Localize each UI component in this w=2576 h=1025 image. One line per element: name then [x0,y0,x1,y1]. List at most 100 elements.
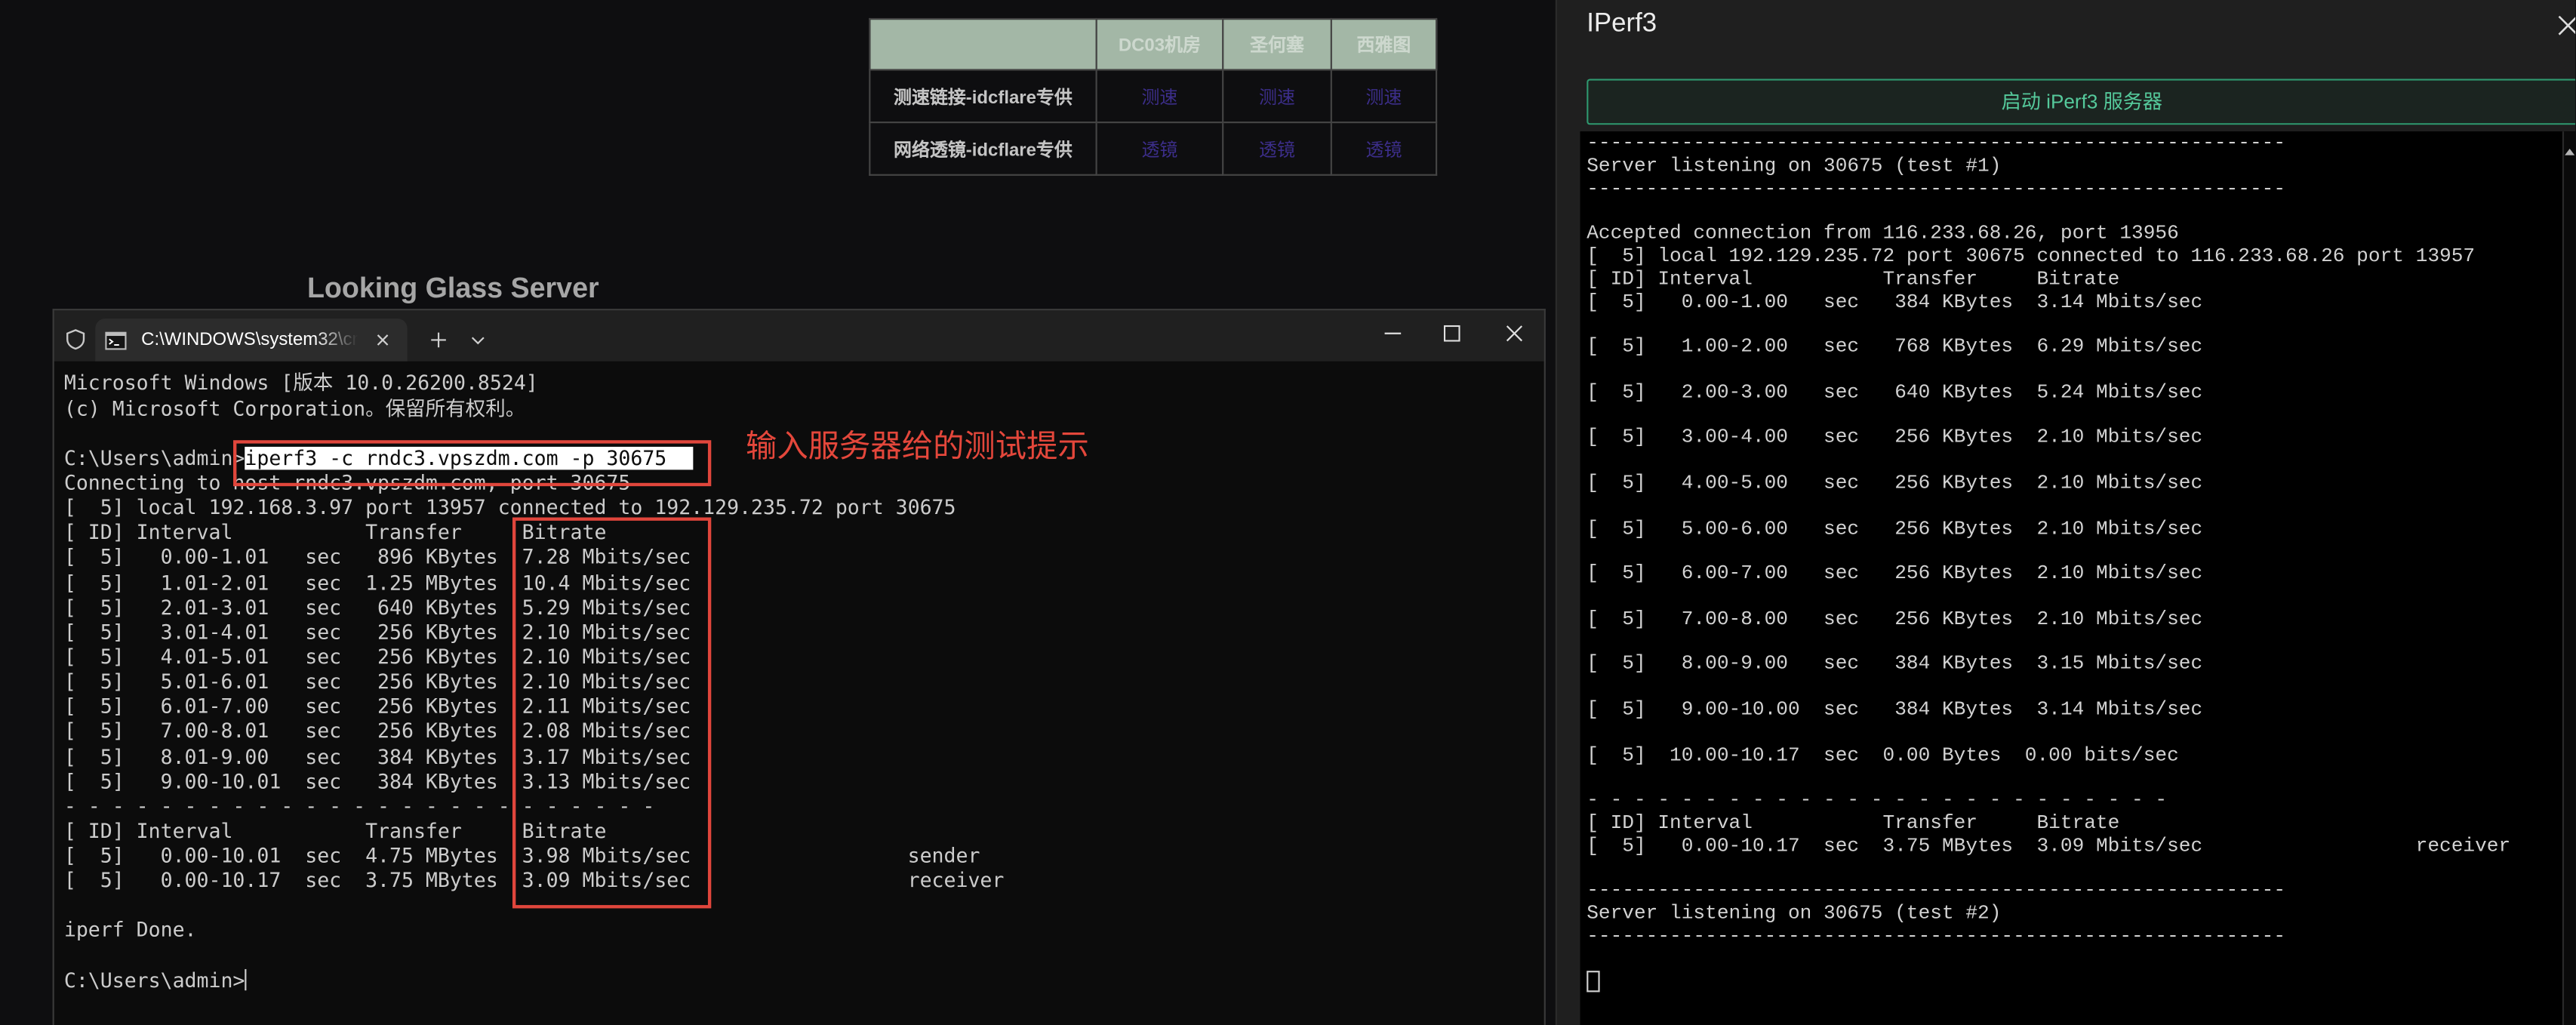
speedtest-link-san-jose[interactable]: 测速 [1259,88,1295,107]
tab-cmd[interactable]: C:\WINDOWS\system32\cmd.e [95,319,408,362]
output-line: ----------------------------------------… [1587,177,2286,200]
chevron-down-icon [471,336,485,344]
looking-glass-link-seattle[interactable]: 透镜 [1366,140,1402,160]
table-row: 网络透镜-idcflare专供 透镜 透镜 透镜 [869,122,1438,176]
cursor-line [1587,971,2575,994]
text-cursor [245,968,247,990]
page-heading: Looking Glass Server [306,271,599,304]
annotation-text: 输入服务器给的测试提示 [745,430,1089,465]
screen: DC03机房 圣何塞 西雅图 测速链接-idcflare专供 测速 测速 测速 … [0,0,2576,1025]
table-header-row: DC03机房 圣何塞 西雅图 [869,17,1438,71]
close-icon [2558,15,2576,35]
output-line: Server listening on 30675 (test #2) [1587,901,2002,925]
terminal-line: [ 5] 2.01-3.01 sec 640 KBytes 5.29 Mbits… [63,596,691,619]
iperf3-output: ----------------------------------------… [1580,131,2576,1025]
table-cell: 测速 [1095,69,1224,124]
minimize-button[interactable] [1377,317,1410,350]
start-iperf3-server-button[interactable]: 启动 iPerf3 服务器 [1587,78,2576,125]
speedtest-table: DC03机房 圣何塞 西雅图 测速链接-idcflare专供 测速 测速 测速 … [869,17,1438,176]
output-line: [ 5] 5.00-6.00 sec 256 KBytes 2.10 Mbits… [1587,516,2203,540]
maximize-button[interactable] [1436,317,1469,350]
looking-glass-link-dc03[interactable]: 透镜 [1141,140,1177,160]
title-bar: C:\WINDOWS\system32\cmd.e [54,310,1544,362]
speedtest-link-seattle[interactable]: 测速 [1366,88,1402,107]
output-line: [ ID] Interval Transfer Bitrate [1587,267,2120,291]
output-line: Accepted connection from 116.233.68.26, … [1587,222,2179,245]
output-line: ----------------------------------------… [1587,924,2286,948]
terminal-line: [ 5] 0.00-10.17 sec 3.75 MBytes 3.09 Mbi… [63,869,1005,893]
terminal-line: Microsoft Windows [版本 10.0.26200.8524] [63,371,538,396]
panel-close-button[interactable] [2556,13,2576,35]
terminal-line: [ 5] 9.00-10.01 sec 384 KBytes 3.13 Mbit… [63,769,691,793]
terminal-line: [ ID] Interval Transfer Bitrate [63,521,607,544]
output-line: [ 5] 10.00-10.17 sec 0.00 Bytes 0.00 bit… [1587,743,2179,767]
row-label-speedtest: 测速链接-idcflare专供 [869,69,1097,124]
panel-title: IPerf3 [1587,10,1657,38]
output-line: ----------------------------------------… [1587,879,2286,903]
tab-close-button[interactable] [371,328,394,351]
tab-dropdown-button[interactable] [468,330,488,349]
maximize-icon [1443,325,1460,342]
terminal-line: [ 5] 3.01-4.01 sec 256 KBytes 2.10 Mbits… [63,620,691,644]
shield-icon [66,328,85,350]
output-line: [ 5] 0.00-10.17 sec 3.75 MBytes 3.09 Mbi… [1587,833,2511,857]
terminal-line: [ 5] 6.01-7.00 sec 256 KBytes 2.11 Mbits… [63,695,691,719]
terminal-line: [ 5] 0.00-10.01 sec 4.75 MBytes 3.98 Mbi… [63,844,980,868]
block-cursor [1587,971,1600,993]
output-scrollbar[interactable] [2562,131,2576,1025]
output-line: Server listening on 30675 (test #1) [1587,154,2002,177]
new-tab-button[interactable] [426,327,452,353]
highlight-box-command [233,440,712,487]
terminal-line: iperf Done. [63,919,197,943]
terminal-line: [ ID] Interval Transfer Bitrate [63,819,607,843]
table-cell: 透镜 [1095,122,1224,176]
table-cell: 透镜 [1222,122,1332,176]
output-line: [ 5] 8.00-9.00 sec 384 KBytes 3.15 Mbits… [1587,652,2203,676]
output-line: [ 5] 6.00-7.00 sec 256 KBytes 2.10 Mbits… [1587,562,2203,586]
window-close-button[interactable] [1498,317,1531,350]
table-cell: 测速 [1222,69,1332,124]
terminal-line: [ 5] 4.01-5.01 sec 256 KBytes 2.10 Mbits… [63,645,691,669]
table-cell: 测速 [1330,69,1438,124]
minimize-icon [1384,332,1402,334]
plus-icon [431,332,446,348]
output-line: [ 5] local 192.129.235.72 port 30675 con… [1587,245,2476,268]
highlight-box-bitrate [512,517,712,909]
output-line: [ ID] Interval Transfer Bitrate [1587,811,2120,835]
close-icon [1506,325,1523,342]
looking-glass-link-san-jose[interactable]: 透镜 [1259,140,1295,160]
prompt: C:\Users\admin> [63,968,245,992]
output-line: [ 5] 0.00-1.00 sec 384 KBytes 3.14 Mbits… [1587,290,2203,313]
output-line: [ 5] 2.00-3.00 sec 640 KBytes 5.24 Mbits… [1587,380,2203,404]
output-line: [ 5] 9.00-10.00 sec 384 KBytes 3.14 Mbit… [1587,697,2203,722]
prompt-line: C:\Users\admin> [64,968,1544,993]
output-line: [ 5] 7.00-8.00 sec 256 KBytes 2.10 Mbits… [1587,607,2203,631]
column-header-dc03: DC03机房 [1095,17,1224,71]
terminal-line: - - - - - - - - - - - - - - - - - - - - … [63,794,655,818]
terminal-line: [ 5] 8.01-9.00 sec 384 KBytes 3.17 Mbits… [63,744,691,768]
tab-title: C:\WINDOWS\system32\cmd.e [141,330,358,350]
cmd-window: C:\WINDOWS\system32\cmd.e Micros [52,309,1546,1025]
speedtest-link-dc03[interactable]: 测速 [1141,88,1177,107]
arrow-up-icon [2565,148,2575,155]
terminal-line: [ 5] 7.00-8.01 sec 256 KBytes 2.08 Mbits… [63,719,691,743]
scroll-up-button[interactable] [2564,140,2575,155]
output-line: [ 5] 4.00-5.00 sec 256 KBytes 2.10 Mbits… [1587,471,2203,494]
terminal-line: [ 5] 0.00-1.01 sec 896 KBytes 7.28 Mbits… [63,546,691,569]
terminal-line: [ 5] local 192.168.3.97 port 13957 conne… [63,496,956,519]
table-row: 测速链接-idcflare专供 测速 测速 测速 [869,69,1438,124]
terminal-line: (c) Microsoft Corporation。保留所有权利。 [63,396,526,420]
